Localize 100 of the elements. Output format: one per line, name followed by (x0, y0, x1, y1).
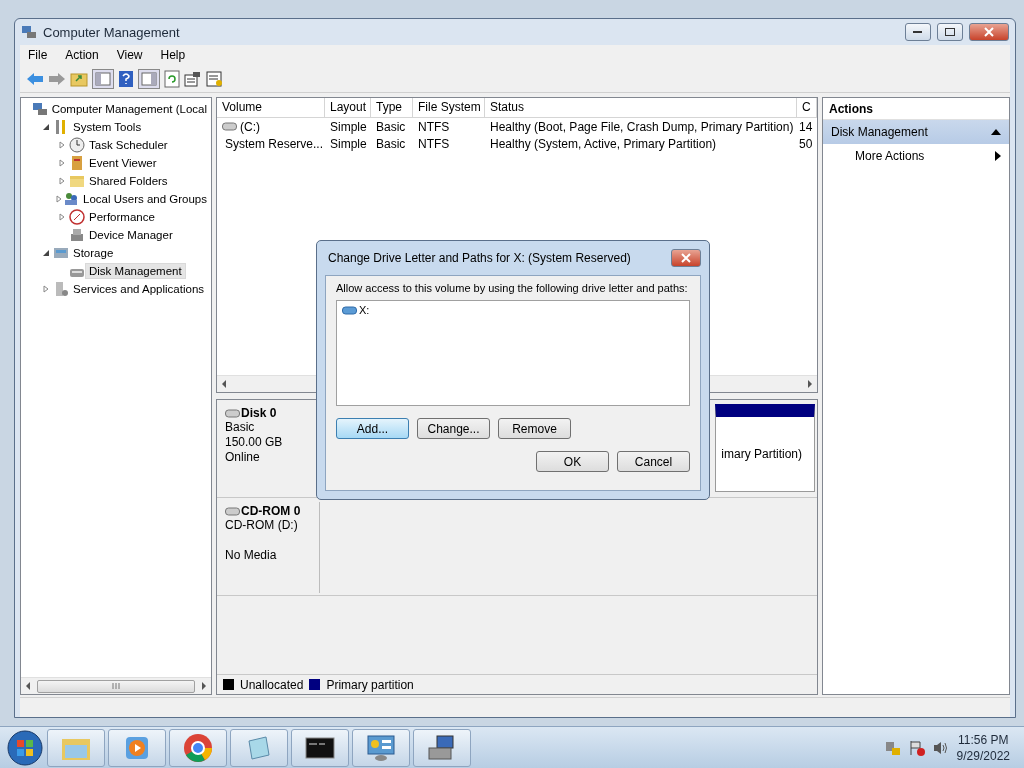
collapsed-arrow-icon[interactable] (42, 285, 50, 293)
actions-section[interactable]: Disk Management (823, 120, 1009, 144)
network-icon[interactable] (884, 739, 901, 756)
flag-icon[interactable] (908, 739, 925, 756)
collapsed-arrow-icon[interactable] (55, 195, 63, 203)
tree-item[interactable]: Services and Applications (69, 281, 209, 297)
column-header[interactable]: C (797, 98, 817, 117)
browser-icon (183, 732, 213, 763)
column-header[interactable]: Volume (217, 98, 325, 117)
column-header[interactable]: File System (413, 98, 485, 117)
computer-icon (427, 733, 457, 762)
terminal-icon (305, 736, 335, 759)
tree-item[interactable]: Local Users and Groups (79, 191, 211, 207)
users-icon (63, 191, 79, 207)
taskbar-button[interactable] (291, 728, 349, 767)
drive-icon (342, 305, 357, 315)
tree-item[interactable]: Shared Folders (85, 173, 172, 189)
tree-item[interactable]: Event Viewer (85, 155, 161, 171)
properties-icon[interactable] (184, 70, 202, 87)
dialog-prompt: Allow access to this volume by using the following drive letter and paths: (336, 282, 689, 294)
clock[interactable]: 11:56 PM 9/29/2022 (956, 731, 1010, 764)
right-arrow-icon[interactable] (201, 682, 207, 690)
window-title: Computer Management (43, 24, 181, 40)
computer-icon (21, 24, 37, 40)
close-button[interactable] (671, 249, 701, 267)
back-arrow-icon[interactable] (26, 71, 44, 86)
collapsed-arrow-icon[interactable] (58, 141, 66, 149)
log-book-icon (69, 155, 85, 171)
dialog-button[interactable]: OK (536, 451, 609, 472)
paths-list[interactable]: X: (336, 300, 690, 406)
disk-type: CD-ROM (D:) (225, 518, 299, 533)
speaker-icon[interactable] (932, 739, 949, 756)
folder-icon (69, 173, 85, 189)
menu-item[interactable]: Help (152, 48, 194, 62)
menu-item[interactable]: View (108, 48, 151, 62)
table-cell: Simple (330, 119, 367, 134)
column-header[interactable]: Status (485, 98, 797, 117)
menu-item[interactable]: File (20, 48, 56, 62)
disk-type: Basic (225, 420, 256, 435)
collapsed-arrow-icon[interactable] (58, 213, 66, 221)
device-icon (69, 227, 85, 243)
horizontal-scrollbar[interactable] (21, 677, 211, 694)
scroll-thumb[interactable] (37, 679, 195, 693)
disk-status: No Media (225, 548, 278, 563)
tree-pane-icon[interactable] (92, 68, 114, 89)
minimize-icon (913, 30, 923, 34)
right-arrow-icon[interactable] (807, 380, 813, 388)
maximize-icon (945, 27, 955, 37)
tree-item[interactable]: Disk Management (85, 263, 186, 279)
left-arrow-icon[interactable] (221, 380, 227, 388)
tree-item[interactable]: Device Manager (85, 227, 177, 243)
action-item[interactable]: More Actions (823, 144, 1009, 168)
computer-icon (31, 101, 48, 117)
close-icon (681, 253, 691, 263)
collapse-arrow-icon[interactable] (991, 129, 1001, 135)
collapsed-arrow-icon[interactable] (58, 177, 66, 185)
expanded-arrow-icon[interactable] (42, 249, 50, 257)
start-button[interactable] (6, 728, 44, 767)
column-header[interactable]: Layout (325, 98, 371, 117)
minimize-button[interactable] (905, 23, 931, 41)
table-cell: Basic (376, 119, 406, 134)
tree-item[interactable]: Computer Management (Local (47, 101, 211, 117)
dialog-button[interactable]: Remove (498, 418, 571, 439)
refresh-icon[interactable] (164, 69, 180, 88)
partition-label: imary Partition) (721, 447, 802, 461)
clock-icon (69, 137, 85, 153)
folder-up-icon[interactable] (70, 70, 88, 87)
legend-label: Unallocated (240, 677, 304, 692)
table-cell: (C:) (240, 119, 260, 134)
dialog-button[interactable]: Change... (417, 418, 490, 439)
forward-arrow-icon[interactable] (48, 71, 66, 86)
table-cell: Healthy (Boot, Page File, Crash Dump, Primary Partition) (490, 119, 794, 134)
table-cell: NTFS (418, 136, 450, 151)
drive-icon (225, 408, 240, 418)
help-icon[interactable] (118, 69, 134, 88)
disk-size: 150.00 GB (225, 435, 284, 450)
legend-label: Primary partition (326, 677, 414, 692)
dialog-button[interactable]: Add... (336, 418, 409, 439)
table-cell: System Reserve... (225, 136, 324, 151)
path-item[interactable]: X: (359, 304, 370, 316)
tree-item[interactable]: Task Scheduler (85, 137, 172, 153)
action-pane-icon[interactable] (138, 68, 160, 89)
tree-item[interactable]: Performance (85, 209, 159, 225)
dialog-title: Change Drive Letter and Paths for X: (System Reserved) (328, 251, 631, 265)
tree-item[interactable]: Storage (69, 245, 118, 261)
submenu-arrow-icon (995, 151, 1001, 161)
maximize-button[interactable] (937, 23, 963, 41)
settings-list-icon[interactable] (206, 70, 224, 87)
taskbar-button[interactable] (413, 728, 471, 767)
dialog-button[interactable]: Cancel (617, 451, 690, 472)
gauge-icon (69, 209, 85, 225)
tree-item[interactable]: System Tools (69, 119, 146, 135)
expanded-arrow-icon[interactable] (42, 123, 50, 131)
left-arrow-icon[interactable] (25, 682, 31, 690)
close-button[interactable] (969, 23, 1009, 41)
partition-block[interactable]: imary Partition) (715, 404, 815, 492)
column-header[interactable]: Type (371, 98, 413, 117)
collapsed-arrow-icon[interactable] (58, 159, 66, 167)
table-cell: Simple (330, 136, 367, 151)
menu-item[interactable]: Action (57, 48, 107, 62)
